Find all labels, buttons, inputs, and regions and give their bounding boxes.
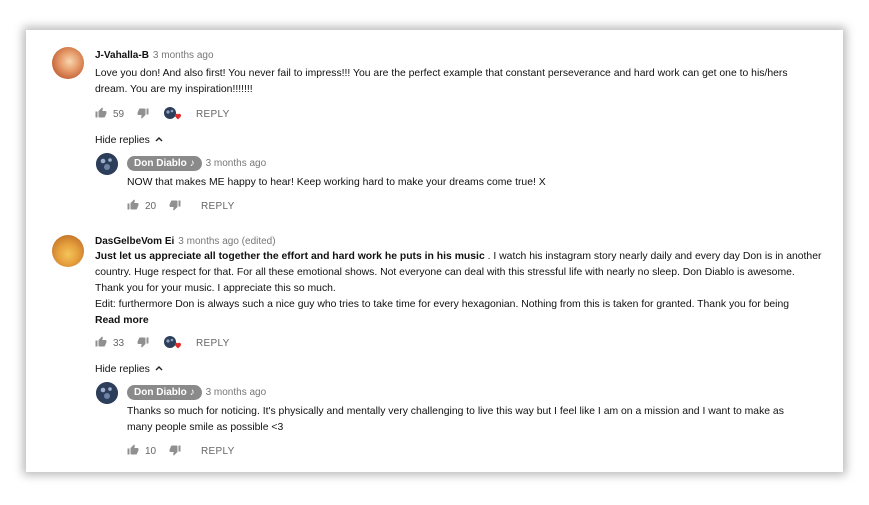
channel-owner-badge[interactable]: Don Diablo ♪ bbox=[127, 385, 202, 400]
thumbs-up-icon[interactable] bbox=[95, 336, 107, 351]
commenter-avatar[interactable] bbox=[52, 47, 84, 79]
thumbs-down-icon[interactable] bbox=[137, 336, 149, 351]
comment-header: J-Vahalla-B 3 months ago bbox=[95, 50, 214, 61]
reply-button[interactable]: REPLY bbox=[201, 201, 235, 212]
reply-time[interactable]: 3 months ago bbox=[206, 158, 267, 169]
reply-header: Don Diablo ♪ 3 months ago bbox=[127, 156, 266, 171]
reply-button[interactable]: REPLY bbox=[201, 446, 235, 457]
reply-button[interactable]: REPLY bbox=[196, 109, 230, 120]
music-note-icon: ♪ bbox=[189, 158, 195, 169]
hide-replies-button[interactable]: Hide replies bbox=[95, 135, 163, 146]
creator-heart-icon bbox=[163, 106, 181, 125]
commenter-avatar[interactable] bbox=[52, 235, 84, 267]
reply-actions: 10 REPLY bbox=[127, 444, 277, 460]
comment-header: DasGelbeVom Ei 3 months ago (edited) bbox=[95, 236, 276, 247]
thumbs-up-icon[interactable] bbox=[127, 199, 139, 214]
reply-avatar[interactable] bbox=[96, 153, 118, 175]
channel-owner-badge[interactable]: Don Diablo ♪ bbox=[127, 156, 202, 171]
comment-actions: 33 REPLY bbox=[95, 336, 295, 352]
comment-actions: 59 REPLY bbox=[95, 107, 295, 123]
thumbs-down-icon[interactable] bbox=[137, 107, 149, 122]
creator-heart-icon bbox=[163, 335, 181, 354]
thumbs-down-icon[interactable] bbox=[169, 444, 181, 459]
thumbs-down-icon[interactable] bbox=[169, 199, 181, 214]
like-count: 10 bbox=[145, 446, 157, 457]
like-count: 59 bbox=[113, 109, 125, 120]
reply-button[interactable]: REPLY bbox=[196, 338, 230, 349]
like-count: 33 bbox=[113, 338, 125, 349]
comment-time[interactable]: 3 months ago (edited) bbox=[178, 236, 275, 247]
comment-author[interactable]: DasGelbeVom Ei bbox=[95, 236, 174, 247]
comment-author[interactable]: J-Vahalla-B bbox=[95, 50, 149, 61]
reply-text: Thanks so much for noticing. It's physic… bbox=[127, 406, 784, 433]
thumbs-up-icon[interactable] bbox=[95, 107, 107, 122]
chevron-up-icon bbox=[155, 137, 163, 142]
chevron-up-icon bbox=[155, 366, 163, 371]
reply-header: Don Diablo ♪ 3 months ago bbox=[127, 385, 266, 400]
reply-text: NOW that makes ME happy to hear! Keep wo… bbox=[127, 177, 546, 188]
comment-time[interactable]: 3 months ago bbox=[153, 50, 214, 61]
like-count: 20 bbox=[145, 201, 157, 212]
comments-card: J-Vahalla-B 3 months ago Love you don! An… bbox=[26, 30, 843, 472]
hide-replies-button[interactable]: Hide replies bbox=[95, 364, 163, 375]
reply-actions: 20 REPLY bbox=[127, 199, 277, 215]
reply-avatar[interactable] bbox=[96, 382, 118, 404]
music-note-icon: ♪ bbox=[189, 387, 195, 398]
comment-text: Love you don! And also first! You never … bbox=[95, 68, 788, 95]
read-more-link[interactable]: Read more bbox=[95, 313, 835, 329]
reply-time[interactable]: 3 months ago bbox=[206, 387, 267, 398]
thumbs-up-icon[interactable] bbox=[127, 444, 139, 459]
comment-text: Just let us appreciate all together the … bbox=[95, 249, 835, 329]
